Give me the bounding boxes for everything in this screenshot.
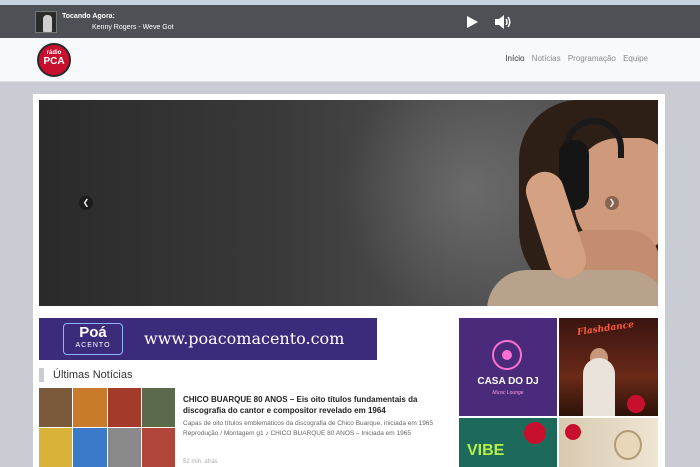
pca-badge-icon	[627, 395, 645, 413]
radio-pca-logo[interactable]: rádio PCA	[37, 43, 71, 77]
vibe-tile[interactable]: VIBE	[459, 418, 557, 467]
promo-tiles: CASA DO DJ Music Lounge Flashdance VIBE	[459, 318, 658, 467]
nav-item-inicio[interactable]: Início	[505, 54, 524, 63]
nav-item-programacao[interactable]: Programação	[568, 54, 616, 63]
album-cover	[35, 11, 57, 33]
classic-tile[interactable]	[559, 418, 658, 467]
news-item-description: Capas de oito títulos emblemáticos da di…	[183, 420, 434, 437]
nav-item-equipe[interactable]: Equipe	[623, 54, 648, 63]
chevron-left-icon[interactable]: ❮	[79, 196, 93, 210]
news-item-time: 52 min. atrás	[183, 459, 218, 465]
main-navbar: rádio PCA Início Notícias Programação Eq…	[0, 38, 700, 82]
news-item-title[interactable]: CHICO BUARQUE 80 ANOS – Eis oito títulos…	[183, 394, 453, 416]
radio-player-bar: Tocando Agora: Kenny Rogers - Weve Got	[0, 5, 700, 38]
nav-menu: Início Notícias Programação Equipe	[500, 54, 648, 63]
play-icon[interactable]	[467, 16, 478, 28]
pca-badge-icon	[565, 424, 581, 440]
casa-do-dj-tile[interactable]: CASA DO DJ Music Lounge	[459, 318, 557, 416]
vinyl-disc-icon	[492, 340, 522, 370]
logo-line2: PCA	[43, 56, 65, 67]
now-playing-label: Tocando Agora:	[62, 13, 115, 20]
poa-acento-logo: Poá ACENTO	[63, 323, 123, 355]
statue-head	[614, 430, 642, 460]
casa-do-dj-title: CASA DO DJ	[477, 376, 539, 387]
poacomacento-banner[interactable]: Poá ACENTO www.poacomacento.com	[39, 318, 377, 360]
content-container: ❮ ❯ Poá ACENTO www.poacomacento.com Últi…	[33, 94, 665, 467]
host-photo	[583, 358, 615, 416]
flashdance-tile[interactable]: Flashdance	[559, 318, 658, 416]
nav-item-noticias[interactable]: Notícias	[532, 54, 561, 63]
news-section-title: Últimas Notícias	[39, 368, 132, 382]
track-title: Kenny Rogers - Weve Got	[92, 24, 174, 31]
vibe-text: VIBE	[467, 442, 505, 459]
hero-carousel: ❮ ❯	[39, 100, 658, 306]
banner-url: www.poacomacento.com	[144, 329, 345, 348]
pca-badge-icon	[524, 422, 546, 444]
casa-do-dj-subtitle: Music Lounge	[492, 390, 524, 396]
flashdance-brand: Flashdance	[576, 320, 635, 338]
banner-logo-bottom: ACENTO	[75, 342, 111, 349]
news-thumbnail[interactable]	[39, 388, 175, 467]
volume-icon[interactable]	[494, 14, 512, 30]
banner-logo-top: Poá	[79, 324, 107, 341]
chevron-right-icon[interactable]: ❯	[605, 196, 619, 210]
